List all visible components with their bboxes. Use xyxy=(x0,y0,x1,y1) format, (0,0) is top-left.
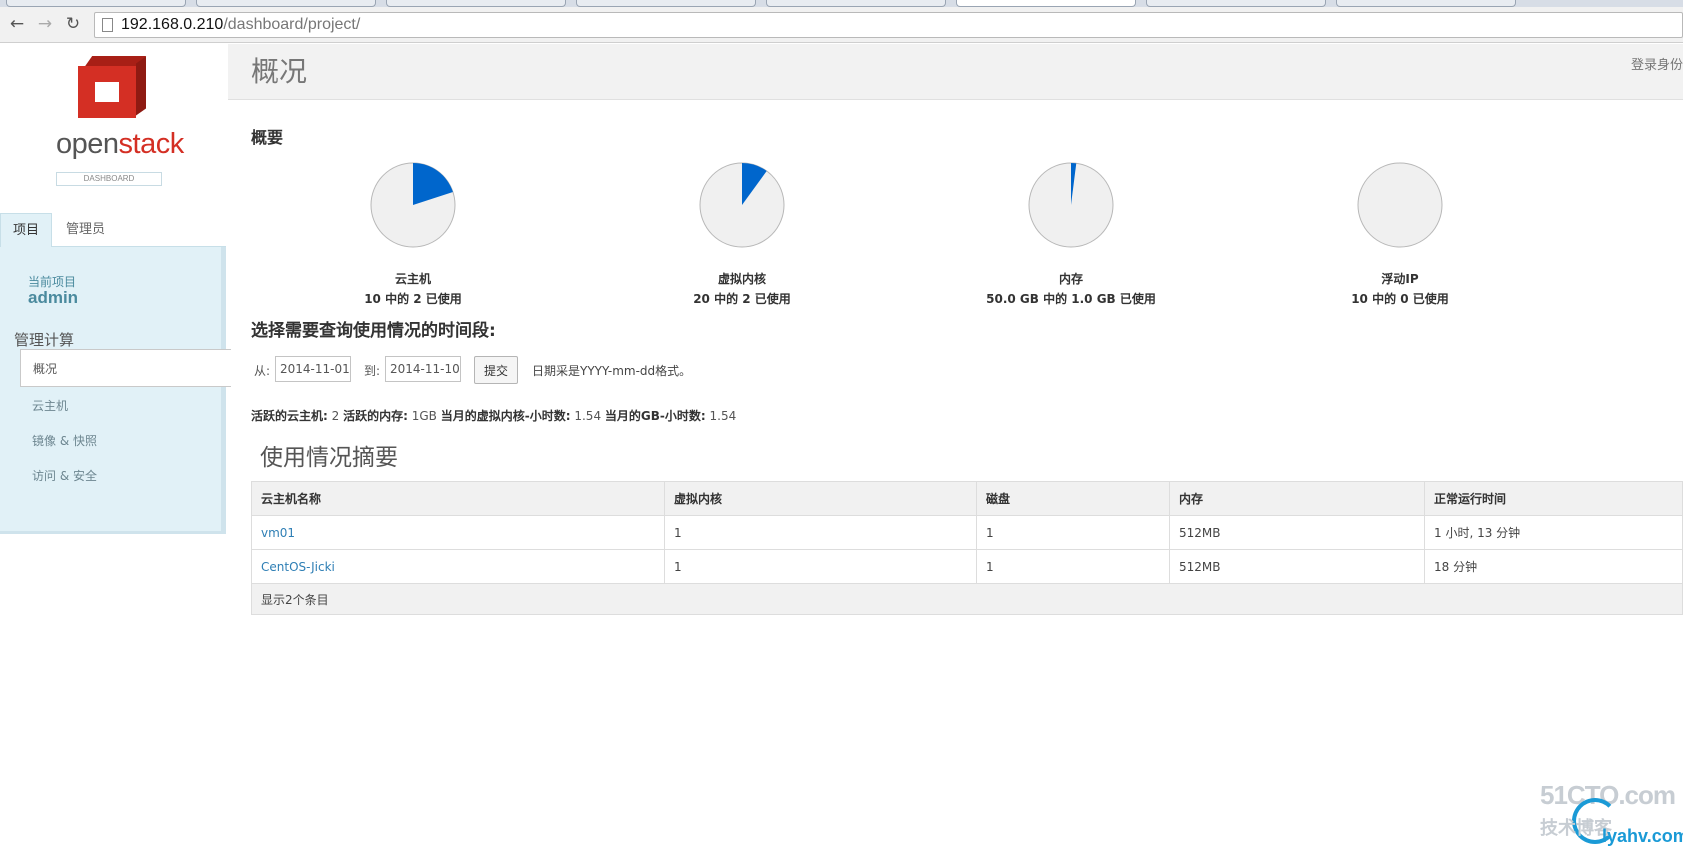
quota-memory: 内存 50.0 GB 中的 1.0 GB 已使用 xyxy=(971,158,1171,308)
column-header-vcpus[interactable]: 虚拟内核 xyxy=(664,481,977,516)
browser-tab[interactable] xyxy=(386,0,566,7)
quota-pie-chart xyxy=(370,162,456,248)
page-title: 概况 xyxy=(251,55,308,88)
cell-vcpus: 1 xyxy=(664,549,977,584)
reload-icon[interactable]: ↻ xyxy=(62,13,84,35)
forward-arrow-icon[interactable]: → xyxy=(34,13,56,35)
logo-tagline: DASHBOARD xyxy=(56,172,162,186)
quota-title: 浮动IP xyxy=(1381,272,1419,286)
date-filter-form: 从: 2014-11-01 到: 2014-11-10 提交 日期采是YYYY-… xyxy=(251,356,851,384)
overview-heading: 概要 xyxy=(251,128,284,147)
vcpu-hours-label: 当月的虚拟内核-小时数: xyxy=(440,409,571,423)
column-header-disk[interactable]: 磁盘 xyxy=(976,481,1170,516)
quota-title: 虚拟内核 xyxy=(717,272,766,286)
watermark-site: lyahv.com xyxy=(1602,826,1683,846)
active-instances-label: 活跃的云主机: xyxy=(251,409,328,423)
page-icon xyxy=(102,18,113,32)
cell-memory: 512MB xyxy=(1169,515,1425,550)
cell-disk: 1 xyxy=(976,515,1170,550)
tab-admin[interactable]: 管理员 xyxy=(52,213,119,247)
quota-title: 内存 xyxy=(1058,272,1083,286)
column-header-name[interactable]: 云主机名称 xyxy=(251,481,665,516)
instance-link[interactable]: CentOS-Jicki xyxy=(261,560,335,574)
quota-instances: 云主机 10 中的 2 已使用 xyxy=(313,158,513,308)
browser-tab[interactable] xyxy=(1146,0,1326,7)
end-date-input[interactable]: 2014-11-10 xyxy=(385,356,461,382)
tab-project[interactable]: 项目 xyxy=(0,213,52,247)
usage-summary-line: 活跃的云主机: 2 活跃的内存: 1GB 当月的虚拟内核-小时数: 1.54 当… xyxy=(251,407,736,424)
address-bar[interactable]: 192.168.0.210/dashboard/project/ xyxy=(94,12,1683,38)
openstack-logo[interactable]: openstack DASHBOARD xyxy=(52,54,184,194)
watermark: 51CTO.com 技术博客 lyahv.com xyxy=(1538,780,1683,853)
start-date-input[interactable]: 2014-11-01 xyxy=(275,356,351,382)
cell-instance-name: vm01 xyxy=(251,515,665,550)
to-label: 到: xyxy=(364,364,381,378)
date-range-heading: 选择需要查询使用情况的时间段: xyxy=(251,321,496,341)
quota-pies: 云主机 10 中的 2 已使用 虚拟内核 20 中的 2 已使用 内存 50.0… xyxy=(251,158,1683,308)
quota-vcpus: 虚拟内核 20 中的 2 已使用 xyxy=(642,158,842,308)
quota-subtitle: 20 中的 2 已使用 xyxy=(693,292,791,306)
table-row: CentOS-Jicki 1 1 512MB 18 分钟 xyxy=(251,549,1683,584)
openstack-cube-icon xyxy=(72,54,147,122)
table-footer-count: 显示2个条目 xyxy=(251,583,1683,615)
sidebar-item-images[interactable]: 镜像 & 快照 xyxy=(20,422,231,460)
browser-tab[interactable] xyxy=(196,0,376,7)
table-footer-row: 显示2个条目 xyxy=(251,583,1683,615)
sidebar-item-overview[interactable]: 概况 xyxy=(20,349,231,387)
vcpu-hours-value: 1.54 xyxy=(574,409,602,423)
gb-hours-label: 当月的GB-小时数: xyxy=(604,409,706,423)
browser-tab[interactable] xyxy=(766,0,946,7)
login-identity[interactable]: 登录身份 xyxy=(1631,54,1683,73)
instance-link[interactable]: vm01 xyxy=(261,526,295,540)
section-title-compute[interactable]: 管理计算 xyxy=(14,329,74,350)
active-memory-value: 1GB xyxy=(411,409,437,423)
browser-tab[interactable] xyxy=(576,0,756,7)
quota-subtitle: 50.0 GB 中的 1.0 GB 已使用 xyxy=(986,292,1156,306)
cell-memory: 512MB xyxy=(1169,549,1425,584)
url-host: 192.168.0.210 xyxy=(121,16,224,33)
from-label: 从: xyxy=(254,364,271,378)
cell-vcpus: 1 xyxy=(664,515,977,550)
usage-summary-heading: 使用情况摘要 xyxy=(260,445,398,471)
browser-tabstrip xyxy=(0,0,1683,7)
sidebar: openstack DASHBOARD 项目 管理员 当前项目 admin 管理… xyxy=(0,44,231,534)
column-header-memory[interactable]: 内存 xyxy=(1169,481,1425,516)
usage-table: 云主机名称 虚拟内核 磁盘 内存 正常运行时间 vm01 1 1 512MB 1… xyxy=(251,481,1683,615)
quota-pie-chart xyxy=(699,162,785,248)
sidebar-panel: 当前项目 admin 管理计算 概况 云主机 镜像 & 快照 访问 & 安全 xyxy=(0,247,231,534)
quota-pie-chart xyxy=(1028,162,1114,248)
active-instances-value: 2 xyxy=(331,409,340,423)
column-header-uptime[interactable]: 正常运行时间 xyxy=(1424,481,1683,516)
cell-disk: 1 xyxy=(976,549,1170,584)
cell-uptime: 18 分钟 xyxy=(1424,549,1683,584)
quota-pie-chart xyxy=(1357,162,1443,248)
quota-subtitle: 10 中的 0 已使用 xyxy=(1351,292,1449,306)
browser-tab[interactable] xyxy=(1336,0,1516,7)
gb-hours-value: 1.54 xyxy=(709,409,737,423)
sidebar-item-access-security[interactable]: 访问 & 安全 xyxy=(20,457,231,495)
pie-free-slice xyxy=(1357,162,1443,248)
page-header: 概况 登录身份 xyxy=(228,44,1683,100)
browser-tab-active[interactable] xyxy=(956,0,1136,7)
active-memory-label: 活跃的内存: xyxy=(343,409,408,423)
quota-title: 云主机 xyxy=(394,272,431,286)
sidebar-item-instances[interactable]: 云主机 xyxy=(20,387,231,425)
quota-subtitle: 10 中的 2 已使用 xyxy=(364,292,462,306)
date-format-hint: 日期采是YYYY-mm-dd格式。 xyxy=(532,364,692,378)
url-path: /dashboard/project/ xyxy=(223,16,361,33)
main-content: 概要 云主机 10 中的 2 已使用 虚拟内核 20 中的 2 已使用 内存 5… xyxy=(251,100,1683,853)
submit-button[interactable]: 提交 xyxy=(474,356,518,384)
logo-wordmark: openstack xyxy=(56,128,184,160)
table-header-row: 云主机名称 虚拟内核 磁盘 内存 正常运行时间 xyxy=(251,481,1683,516)
current-project-name[interactable]: admin xyxy=(28,288,78,308)
back-arrow-icon[interactable]: ← xyxy=(6,13,28,35)
sidebar-tabs: 项目 管理员 xyxy=(0,213,226,247)
cell-uptime: 1 小时, 13 分钟 xyxy=(1424,515,1683,550)
browser-tab[interactable] xyxy=(6,0,186,7)
table-row: vm01 1 1 512MB 1 小时, 13 分钟 xyxy=(251,515,1683,550)
browser-toolbar: ← → ↻ 192.168.0.210/dashboard/project/ xyxy=(0,7,1683,43)
cell-instance-name: CentOS-Jicki xyxy=(251,549,665,584)
quota-floating-ip: 浮动IP 10 中的 0 已使用 xyxy=(1300,158,1500,308)
